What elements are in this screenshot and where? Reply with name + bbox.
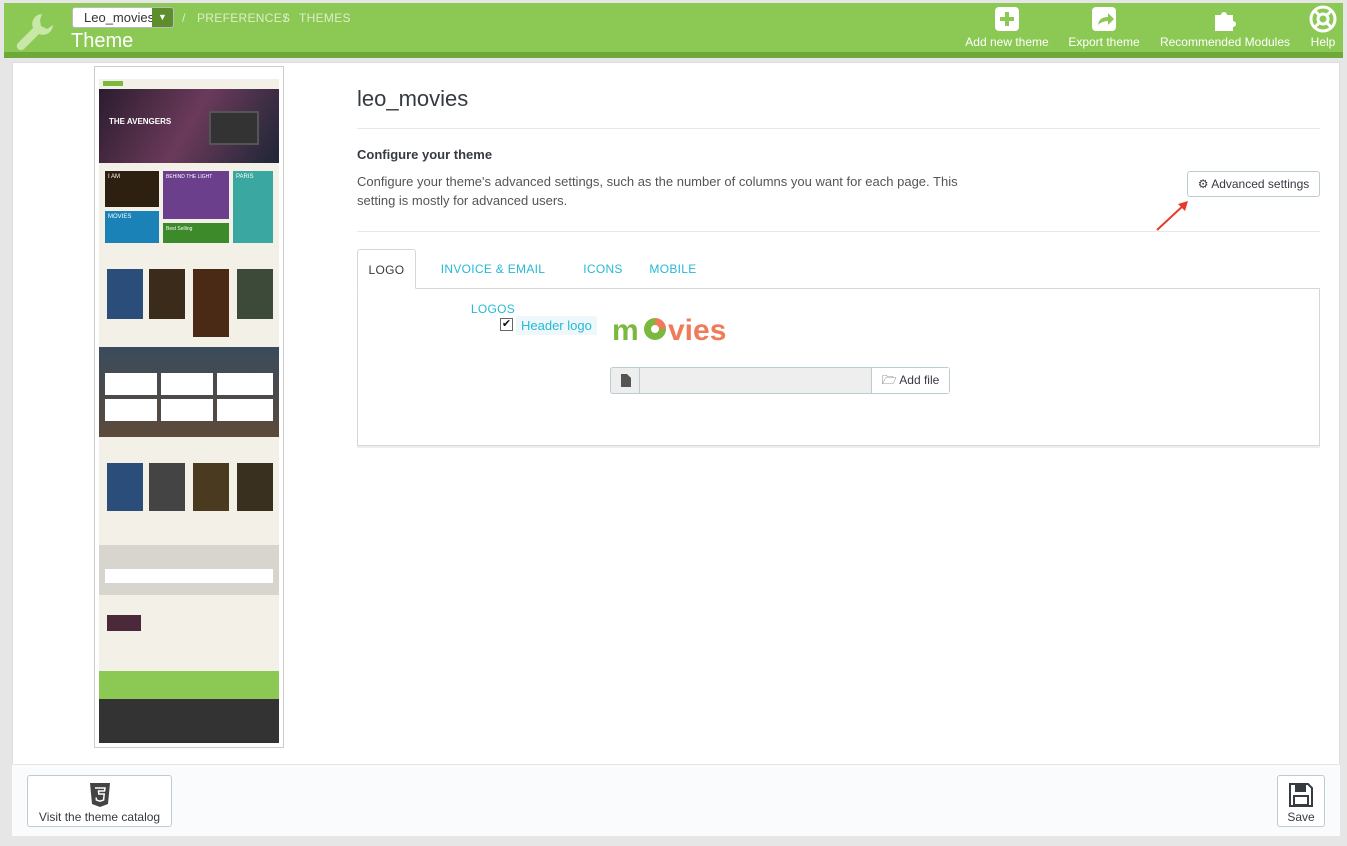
- save-label: Save: [1287, 810, 1315, 824]
- divider: [357, 128, 1320, 129]
- floppy-disk-icon: [1289, 783, 1313, 807]
- recommended-modules-label: Recommended Modules: [1159, 35, 1291, 49]
- caret-down-icon: ▼: [152, 8, 173, 27]
- share-icon: [1092, 7, 1116, 31]
- export-theme-label: Export theme: [1068, 35, 1140, 49]
- folder-open-icon: 🗁: [881, 373, 897, 387]
- preview-promo-3: PARIS: [233, 171, 273, 243]
- breadcrumb-separator: /: [284, 11, 288, 25]
- preview-banner-title: THE AVENGERS: [109, 117, 172, 126]
- visit-theme-catalog-button[interactable]: Visit the theme catalog: [27, 775, 172, 827]
- add-file-label: Add file: [899, 373, 940, 387]
- advanced-settings-label: Advanced settings: [1211, 177, 1310, 191]
- theme-preview-thumbnail: THE AVENGERS I AM BEHIND THE LIGHT PARIS…: [94, 66, 284, 748]
- theme-preview-image: THE AVENGERS I AM BEHIND THE LIGHT PARIS…: [99, 71, 279, 743]
- header-underline: [4, 52, 1343, 58]
- preview-promo-2: BEHIND THE LIGHT: [163, 171, 229, 219]
- tab-icons[interactable]: ICONS: [577, 249, 629, 289]
- divider: [357, 231, 1320, 232]
- plus-square-icon: [995, 7, 1019, 31]
- theme-select[interactable]: Leo_movies ▼: [72, 7, 174, 28]
- svg-text:m: m: [612, 314, 639, 346]
- logo-file-input[interactable]: 🗁 Add file: [610, 367, 950, 394]
- header-logo-label[interactable]: Header logo: [516, 316, 597, 335]
- preview-promo-4: MOVIES: [105, 211, 159, 243]
- theme-name-heading: leo_movies: [357, 86, 469, 111]
- html5-icon: [89, 783, 110, 807]
- annotation-arrow-icon: [1156, 201, 1188, 231]
- add-new-theme-label: Add new theme: [965, 35, 1049, 49]
- svg-text:vies: vies: [668, 314, 726, 346]
- theme-select-value: Leo_movies: [84, 10, 155, 25]
- help-button[interactable]: Help: [1306, 5, 1340, 49]
- export-theme-button[interactable]: Export theme: [1064, 5, 1144, 49]
- file-icon: [611, 368, 640, 393]
- preview-promo-5: Best Selling: [163, 223, 229, 243]
- wrench-icon: [16, 14, 53, 51]
- panel-footer: [12, 764, 1340, 836]
- header-logo-checkbox[interactable]: ✔: [500, 318, 513, 331]
- help-label: Help: [1310, 35, 1336, 49]
- page-title: Theme: [71, 30, 134, 52]
- gear-icon: ⚙: [1197, 177, 1209, 191]
- lifebuoy-icon: [1309, 5, 1337, 33]
- visit-theme-catalog-label: Visit the theme catalog: [38, 810, 161, 824]
- puzzle-icon: [1215, 12, 1236, 31]
- add-new-theme-button[interactable]: Add new theme: [962, 5, 1052, 49]
- breadcrumb-separator: /: [182, 11, 186, 25]
- header-logo-image: m vies: [612, 314, 726, 346]
- breadcrumb-preferences[interactable]: PREFERENCES: [197, 11, 290, 25]
- recommended-modules-button[interactable]: Recommended Modules: [1156, 5, 1294, 49]
- breadcrumb-themes[interactable]: THEMES: [299, 11, 351, 25]
- configure-theme-title: Configure your theme: [357, 147, 493, 162]
- tab-logo[interactable]: LOGO: [357, 249, 416, 289]
- preview-promo-1: I AM: [105, 171, 159, 207]
- tab-invoice-email-logos[interactable]: INVOICE & EMAIL LOGOS: [423, 249, 563, 316]
- advanced-settings-button[interactable]: ⚙ Advanced settings: [1187, 171, 1320, 197]
- tab-mobile[interactable]: MOBILE: [641, 249, 705, 289]
- configure-theme-description: Configure your theme's advanced settings…: [357, 174, 958, 208]
- add-file-button[interactable]: 🗁 Add file: [871, 368, 949, 393]
- save-button[interactable]: Save: [1277, 775, 1325, 827]
